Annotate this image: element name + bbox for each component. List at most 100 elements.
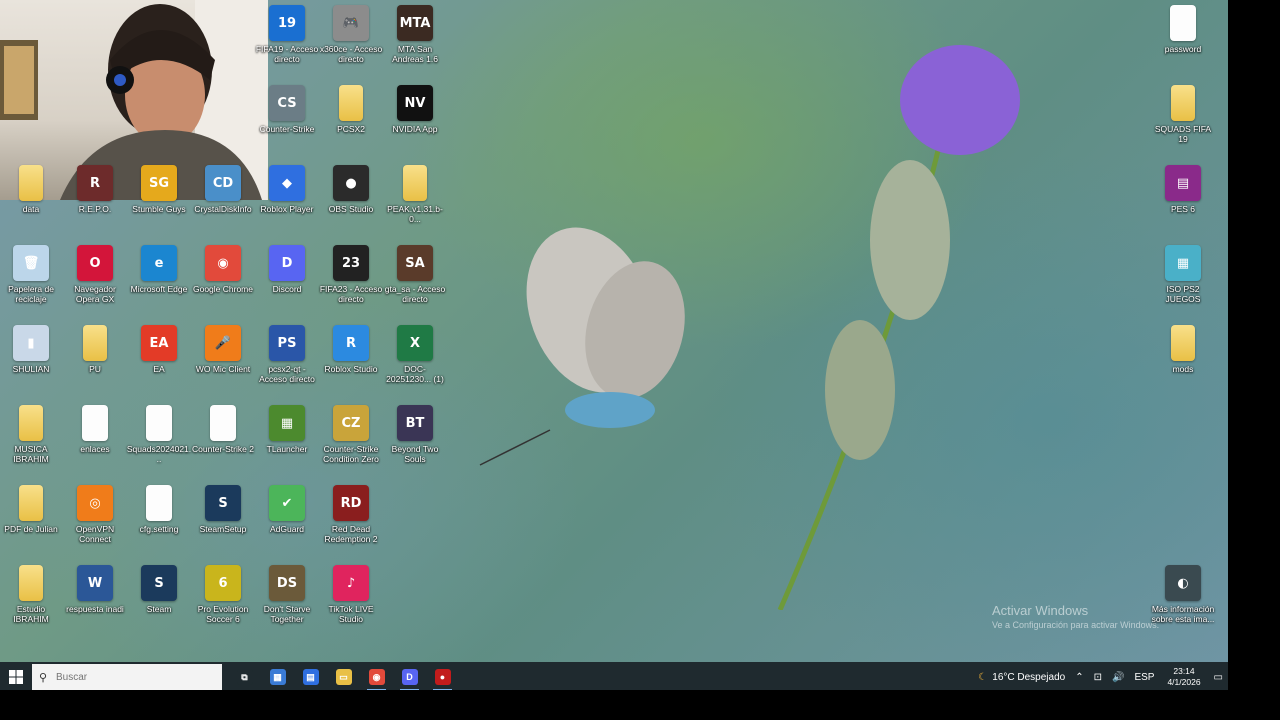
desktop-icon[interactable]: e Microsoft Edge	[126, 245, 192, 294]
app-icon: D	[269, 245, 305, 281]
taskbar-app-task-view[interactable]: ⧉	[228, 662, 261, 692]
desktop-icon[interactable]: DS Don't Starve Together	[254, 565, 320, 624]
desktop-icon[interactable]: MTA MTA San Andreas 1.6	[382, 5, 448, 64]
notification-icon: ▭	[1213, 671, 1223, 683]
desktop-icon-label: gta_sa - Acceso directo	[384, 284, 446, 304]
desktop-icon[interactable]: R Roblox Studio	[318, 325, 384, 374]
desktop-icon[interactable]: 19 FIFA19 - Acceso directo	[254, 5, 320, 64]
desktop-icon[interactable]: PEAK.v1.31.b-0...	[382, 165, 448, 224]
desktop-icon[interactable]: 6 Pro Evolution Soccer 6	[190, 565, 256, 624]
desktop-icon[interactable]: ◉ Google Chrome	[190, 245, 256, 294]
desktop-icon[interactable]: ● OBS Studio	[318, 165, 384, 214]
desktop-icon[interactable]: SG Stumble Guys	[126, 165, 192, 214]
language-indicator[interactable]: ESP	[1129, 672, 1159, 683]
desktop-icon[interactable]: BT Beyond Two Souls	[382, 405, 448, 464]
search-input[interactable]	[54, 670, 218, 684]
desktop-icon-label: mods	[1172, 364, 1194, 374]
desktop-icon-label: PU	[89, 364, 101, 374]
app-icon: NV	[397, 85, 433, 121]
desktop-icon[interactable]: D Discord	[254, 245, 320, 294]
desktop-icon[interactable]: S Steam	[126, 565, 192, 614]
desktop-icon[interactable]: ✔ AdGuard	[254, 485, 320, 534]
taskbar-app-discord[interactable]: D	[393, 662, 426, 692]
desktop-icon-label: NVIDIA App	[392, 124, 438, 134]
desktop-icon[interactable]: SQUADS FIFA 19	[1150, 85, 1216, 144]
weather-text: 16°C Despejado	[992, 671, 1066, 683]
app-icon: ▦	[1165, 245, 1201, 281]
desktop-icon[interactable]: 23 FIFA23 - Acceso directo	[318, 245, 384, 304]
desktop-icon[interactable]: Estudio IBRAHIM	[0, 565, 64, 624]
app-icon: ◐	[1165, 565, 1201, 601]
desktop-icon-label: PDF de Julian	[4, 524, 58, 534]
desktop-icon[interactable]: PU	[62, 325, 128, 374]
desktop-icon[interactable]: CZ Counter-Strike Condition Zero	[318, 405, 384, 464]
app-icon: O	[77, 245, 113, 281]
taskbar-app-file-explorer[interactable]: ▭	[327, 662, 360, 692]
desktop-icon-label: PCSX2	[337, 124, 365, 134]
notification-center-button[interactable]: ▭	[1209, 672, 1228, 683]
app-icon: 🎤	[205, 325, 241, 361]
taskbar-app-chrome[interactable]: ◉	[360, 662, 393, 692]
app-icon: ✔	[269, 485, 305, 521]
desktop-icon[interactable]: CD CrystalDiskInfo	[190, 165, 256, 214]
volume-icon[interactable]: 🔊	[1107, 672, 1129, 683]
desktop-icon[interactable]: ◆ Roblox Player	[254, 165, 320, 214]
desktop-icon[interactable]: X DOC-20251230... (1)	[382, 325, 448, 384]
desktop-icon[interactable]: SA gta_sa - Acceso directo	[382, 245, 448, 304]
moon-icon: ☾	[978, 671, 988, 683]
desktop-icon[interactable]: MUSICA IBRAHIM	[0, 405, 64, 464]
taskbar-app-store[interactable]: ▦	[261, 662, 294, 692]
desktop-icon[interactable]: ▦ TLauncher	[254, 405, 320, 454]
desktop-icon[interactable]: ▦ ISO PS2 JUEGOS	[1150, 245, 1216, 304]
desktop-icon[interactable]: password	[1150, 5, 1216, 54]
desktop-icon[interactable]: CS Counter-Strike	[254, 85, 320, 134]
desktop-icon[interactable]: S SteamSetup	[190, 485, 256, 534]
desktop-icon[interactable]: ◐ Más información sobre esta ima...	[1150, 565, 1216, 624]
document-icon	[146, 485, 172, 521]
desktop-icon[interactable]: ▮ SHULIAN	[0, 325, 64, 374]
desktop-icon-label: PEAK.v1.31.b-0...	[387, 204, 443, 224]
desktop-icon-label: Google Chrome	[192, 284, 253, 294]
desktop-icon[interactable]: Counter-Strike 2	[190, 405, 256, 454]
desktop-icon-label: PES 6	[1170, 204, 1196, 214]
desktop-icon[interactable]: RD Red Dead Redemption 2	[318, 485, 384, 544]
app-icon: SG	[141, 165, 177, 201]
desktop-icon[interactable]: PDF de Julian	[0, 485, 64, 534]
desktop-icon[interactable]: ◎ OpenVPN Connect	[62, 485, 128, 544]
desktop-icon[interactable]: PCSX2	[318, 85, 384, 134]
desktop-icon[interactable]: O Navegador Opera GX	[62, 245, 128, 304]
taskbar-app-recorder[interactable]: ●	[426, 662, 459, 692]
desktop-icon[interactable]: ▤ PES 6	[1150, 165, 1216, 214]
desktop-icon-label: EA	[153, 364, 165, 374]
app-icon: 🎮	[333, 5, 369, 41]
desktop-icon[interactable]: R R.E.P.O.	[62, 165, 128, 214]
desktop-icon-label: OpenVPN Connect	[75, 524, 115, 544]
desktop-icon[interactable]: Wrespuesta inadi	[62, 565, 128, 614]
desktop-icon[interactable]: mods	[1150, 325, 1216, 374]
search-box[interactable]: ⚲	[32, 664, 222, 690]
desktop-icon[interactable]: data	[0, 165, 64, 214]
folder-icon	[1171, 85, 1195, 121]
weather-widget[interactable]: ☾ 16°C Despejado	[973, 672, 1070, 683]
desktop-icon[interactable]: 🎤 WO Mic Client	[190, 325, 256, 374]
system-tray: ☾ 16°C Despejado ⌃ ⊡ 🔊 ESP 23:14 4/1/202…	[973, 662, 1228, 692]
desktop-icon[interactable]: 🎮 x360ce - Acceso directo	[318, 5, 384, 64]
desktop-icon-label: Navegador Opera GX	[74, 284, 116, 304]
desktop-icon[interactable]: ♪ TikTok LIVE Studio	[318, 565, 384, 624]
hidden-icons-chevron[interactable]: ⌃	[1070, 672, 1088, 683]
taskbar-app-notes[interactable]: ▤	[294, 662, 327, 692]
desktop-icon[interactable]: PS pcsx2-qt - Acceso directo	[254, 325, 320, 384]
desktop-icon[interactable]: enlaces	[62, 405, 128, 454]
clock[interactable]: 23:14 4/1/2026	[1159, 666, 1208, 688]
taskbar-apps: ⧉ ▦ ▤ ▭ ◉ D ●	[228, 662, 459, 692]
start-button[interactable]	[0, 662, 32, 692]
desktop-icon-label: Estudio IBRAHIM	[13, 604, 49, 624]
desktop-icon[interactable]: cfg.setting	[126, 485, 192, 534]
desktop-icon[interactable]: Squads2024021...	[126, 405, 192, 464]
desktop-icon[interactable]: NV NVIDIA App	[382, 85, 448, 134]
network-icon[interactable]: ⊡	[1089, 672, 1107, 683]
desktop-icon[interactable]: 🗑 Papelera de reciclaje	[0, 245, 64, 304]
desktop-icon-label: password	[1164, 44, 1202, 54]
desktop-icon-label: TLauncher	[266, 444, 308, 454]
desktop-icon[interactable]: EA EA	[126, 325, 192, 374]
